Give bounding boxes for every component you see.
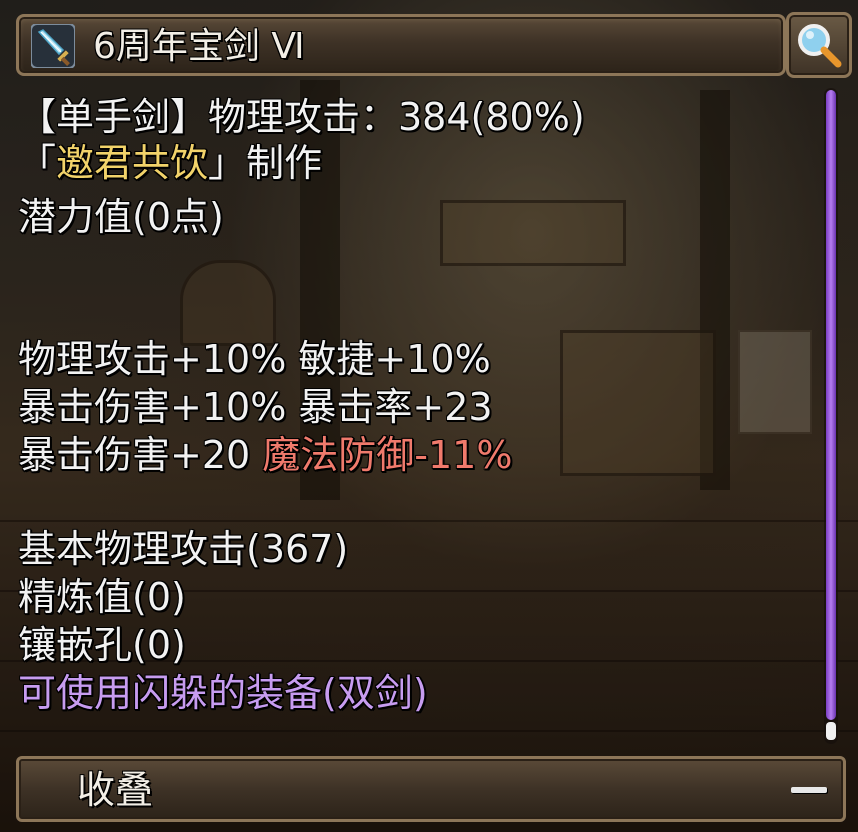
attribute-row-2: 暴击伤害+10% 暴击率+23 (18, 385, 493, 429)
dodge-equipment-note: 可使用闪躲的装备(双剑) (18, 671, 428, 715)
base-physical-attack: 基本物理攻击(367) (18, 527, 349, 571)
magnifier-icon (798, 24, 842, 68)
maker-name: 邀君共饮 (56, 141, 209, 185)
sword-icon (30, 23, 76, 69)
maker-suffix: 」制作 (208, 141, 323, 185)
weapon-type-attack: 【单手剑】物理攻击：384(80%) (18, 95, 585, 139)
socket-count: 镶嵌孔(0) (18, 623, 186, 667)
collapse-label: 收叠 (77, 768, 154, 812)
item-title: 6周年宝剑 Ⅵ (93, 26, 305, 67)
scrollbar-end-cap (826, 722, 836, 740)
maker-bracket-open: 「 (18, 141, 57, 185)
refine-value: 精炼值(0) (18, 575, 186, 619)
crit-damage-flat: 暴击伤害+20 (18, 433, 263, 477)
scrollbar-thumb[interactable] (826, 90, 836, 720)
scrollbar[interactable] (824, 88, 838, 744)
attribute-row-1: 物理攻击+10% 敏捷+10% (18, 337, 491, 381)
item-tooltip-panel: 6周年宝剑 Ⅵ 【单手剑】物理攻击：384(80%) 「邀君共饮」制作 潜力值(… (0, 0, 858, 832)
magic-defense-penalty: 魔法防御-11% (262, 433, 513, 477)
potential-value: 潜力值(0点) (18, 195, 224, 239)
maker-line: 「邀君共饮」制作 (18, 140, 322, 186)
item-title-bar: 6周年宝剑 Ⅵ (16, 14, 786, 76)
search-button[interactable] (786, 12, 852, 78)
attribute-row-3: 暴击伤害+20 魔法防御-11% (18, 432, 512, 478)
collapse-bar[interactable]: 收叠 (16, 756, 846, 822)
minus-icon[interactable] (791, 787, 827, 793)
